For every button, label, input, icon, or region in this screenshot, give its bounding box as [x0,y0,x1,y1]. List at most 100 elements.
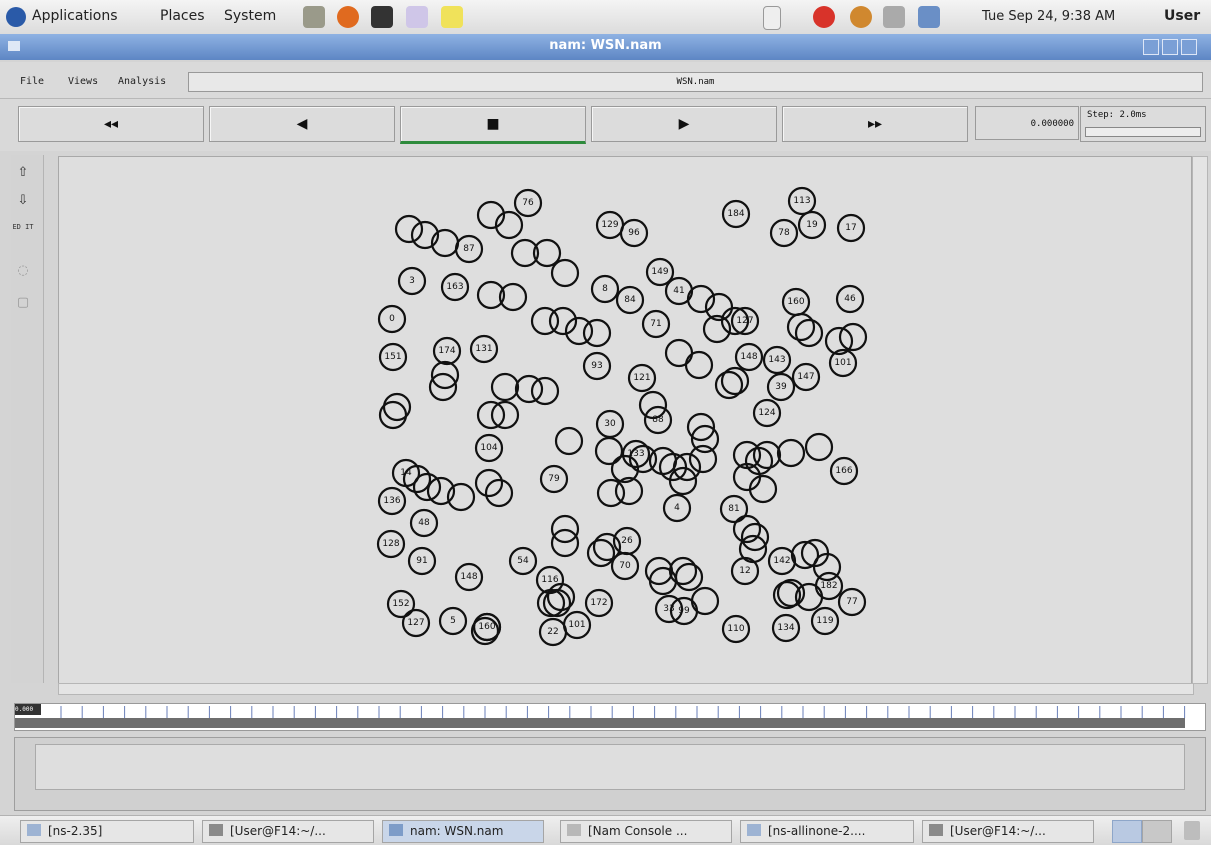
network-node[interactable] [674,562,704,592]
mail-icon[interactable] [406,6,428,28]
circle-tool-icon[interactable]: ◌ [11,259,35,283]
update-icon[interactable] [813,6,835,28]
network-node[interactable]: 4 [662,493,692,523]
network-node[interactable] [804,432,834,462]
time-slider[interactable]: 0.000 [14,703,1206,731]
trash-icon[interactable] [1184,821,1200,840]
task-nam-console[interactable]: [Nam Console ... [560,820,732,843]
zoom-out-icon[interactable]: ⇩ [11,189,35,213]
network-node[interactable]: 142 [767,546,797,576]
network-node[interactable]: 8 [590,274,620,304]
network-node[interactable] [378,400,408,430]
zoom-in-icon[interactable]: ⇧ [11,161,35,185]
network-node[interactable] [648,446,678,476]
network-node[interactable] [794,318,824,348]
network-node[interactable] [484,478,514,508]
task-terminal-1[interactable]: [User@F14:~/... [202,820,374,843]
network-node[interactable]: 88 [643,405,673,435]
network-node[interactable]: 48 [409,508,439,538]
network-node[interactable]: 147 [791,362,821,392]
network-node[interactable]: 101 [562,610,592,640]
analysis-menu[interactable]: Analysis [118,76,166,87]
network-node[interactable] [596,478,626,508]
network-node[interactable]: 160 [781,287,811,317]
network-node[interactable]: 19 [797,210,827,240]
network-node[interactable] [594,436,624,466]
network-node[interactable] [684,350,714,380]
clock[interactable]: Tue Sep 24, 9:38 AM [982,9,1115,24]
network-node[interactable]: 110 [721,614,751,644]
network-node[interactable] [776,438,806,468]
network-node[interactable]: 87 [454,234,484,264]
network-node[interactable] [648,566,678,596]
network-node[interactable]: 129 [595,210,625,240]
network-node[interactable]: 131 [469,334,499,364]
back-button[interactable]: ◀ [209,106,395,142]
square-tool-icon[interactable]: ▢ [11,291,35,315]
network-node[interactable]: 184 [721,199,751,229]
terminal-icon[interactable] [371,6,393,28]
network-node[interactable]: 119 [810,606,840,636]
vertical-scrollbar[interactable] [1192,156,1208,684]
fedora-logo-icon[interactable] [6,7,26,27]
network-node[interactable]: 136 [377,486,407,516]
firefox-icon[interactable] [337,6,359,28]
network-node[interactable] [668,556,698,586]
network-node[interactable]: 121 [627,363,657,393]
applications-menu[interactable]: Applications [32,8,118,24]
network-node[interactable]: 81 [719,494,749,524]
network-node[interactable]: 151 [378,342,408,372]
step-control[interactable]: Step: 2.0ms [1080,106,1206,142]
network-node[interactable] [550,258,580,288]
network-node[interactable]: 134 [771,613,801,643]
network-node[interactable]: 152 [386,589,416,619]
network-node[interactable]: 91 [407,546,437,576]
network-node[interactable] [394,214,424,244]
task-terminal-2[interactable]: [User@F14:~/... [922,820,1094,843]
network-node[interactable]: 5 [438,606,468,636]
network-node[interactable]: 143 [762,345,792,375]
user-menu[interactable]: User [1164,8,1200,24]
network-node[interactable]: 14 [391,458,421,488]
network-node[interactable]: 148 [454,562,484,592]
workspace-1[interactable] [1112,820,1142,843]
task-ns-235[interactable]: [ns-2.35] [20,820,194,843]
horizontal-scrollbar[interactable] [58,683,1194,695]
network-node[interactable] [664,338,694,368]
step-slider[interactable] [1085,127,1201,137]
clipboard-icon[interactable] [763,6,781,30]
network-node[interactable] [582,318,612,348]
network-node[interactable]: 172 [584,588,614,618]
network-node[interactable]: 127 [401,608,431,638]
network-node[interactable]: 22 [538,617,568,647]
network-status-icon[interactable] [918,6,940,28]
task-nam-window[interactable]: nam: WSN.nam [382,820,544,843]
views-menu[interactable]: Views [68,76,98,87]
network-node[interactable] [586,538,616,568]
network-node[interactable] [474,468,504,498]
network-node[interactable] [530,376,560,406]
network-node[interactable]: 182 [814,571,844,601]
edit-button[interactable]: ED IT [11,223,35,247]
network-node[interactable] [490,372,520,402]
network-node[interactable] [720,366,750,396]
volume-icon[interactable] [883,6,905,28]
network-node[interactable]: 17 [836,213,866,243]
play-button[interactable]: ▶ [591,106,777,142]
network-icon[interactable] [303,6,325,28]
system-menu[interactable]: System [224,8,276,24]
network-node[interactable]: 76 [513,188,543,218]
network-node[interactable]: 79 [539,464,569,494]
maximize-button[interactable] [1162,39,1178,55]
network-node[interactable] [838,322,868,352]
network-node[interactable] [688,444,718,474]
network-node[interactable]: 46 [835,284,865,314]
network-node[interactable]: 39 [766,372,796,402]
network-node[interactable]: 77 [837,587,867,617]
network-node[interactable]: 54 [508,546,538,576]
network-node[interactable] [752,440,782,470]
fast-forward-button[interactable]: ▸▸ [782,106,968,142]
network-node[interactable]: 163 [440,272,470,302]
window-titlebar[interactable]: nam: WSN.nam [0,34,1211,60]
network-node[interactable]: 93 [582,351,612,381]
